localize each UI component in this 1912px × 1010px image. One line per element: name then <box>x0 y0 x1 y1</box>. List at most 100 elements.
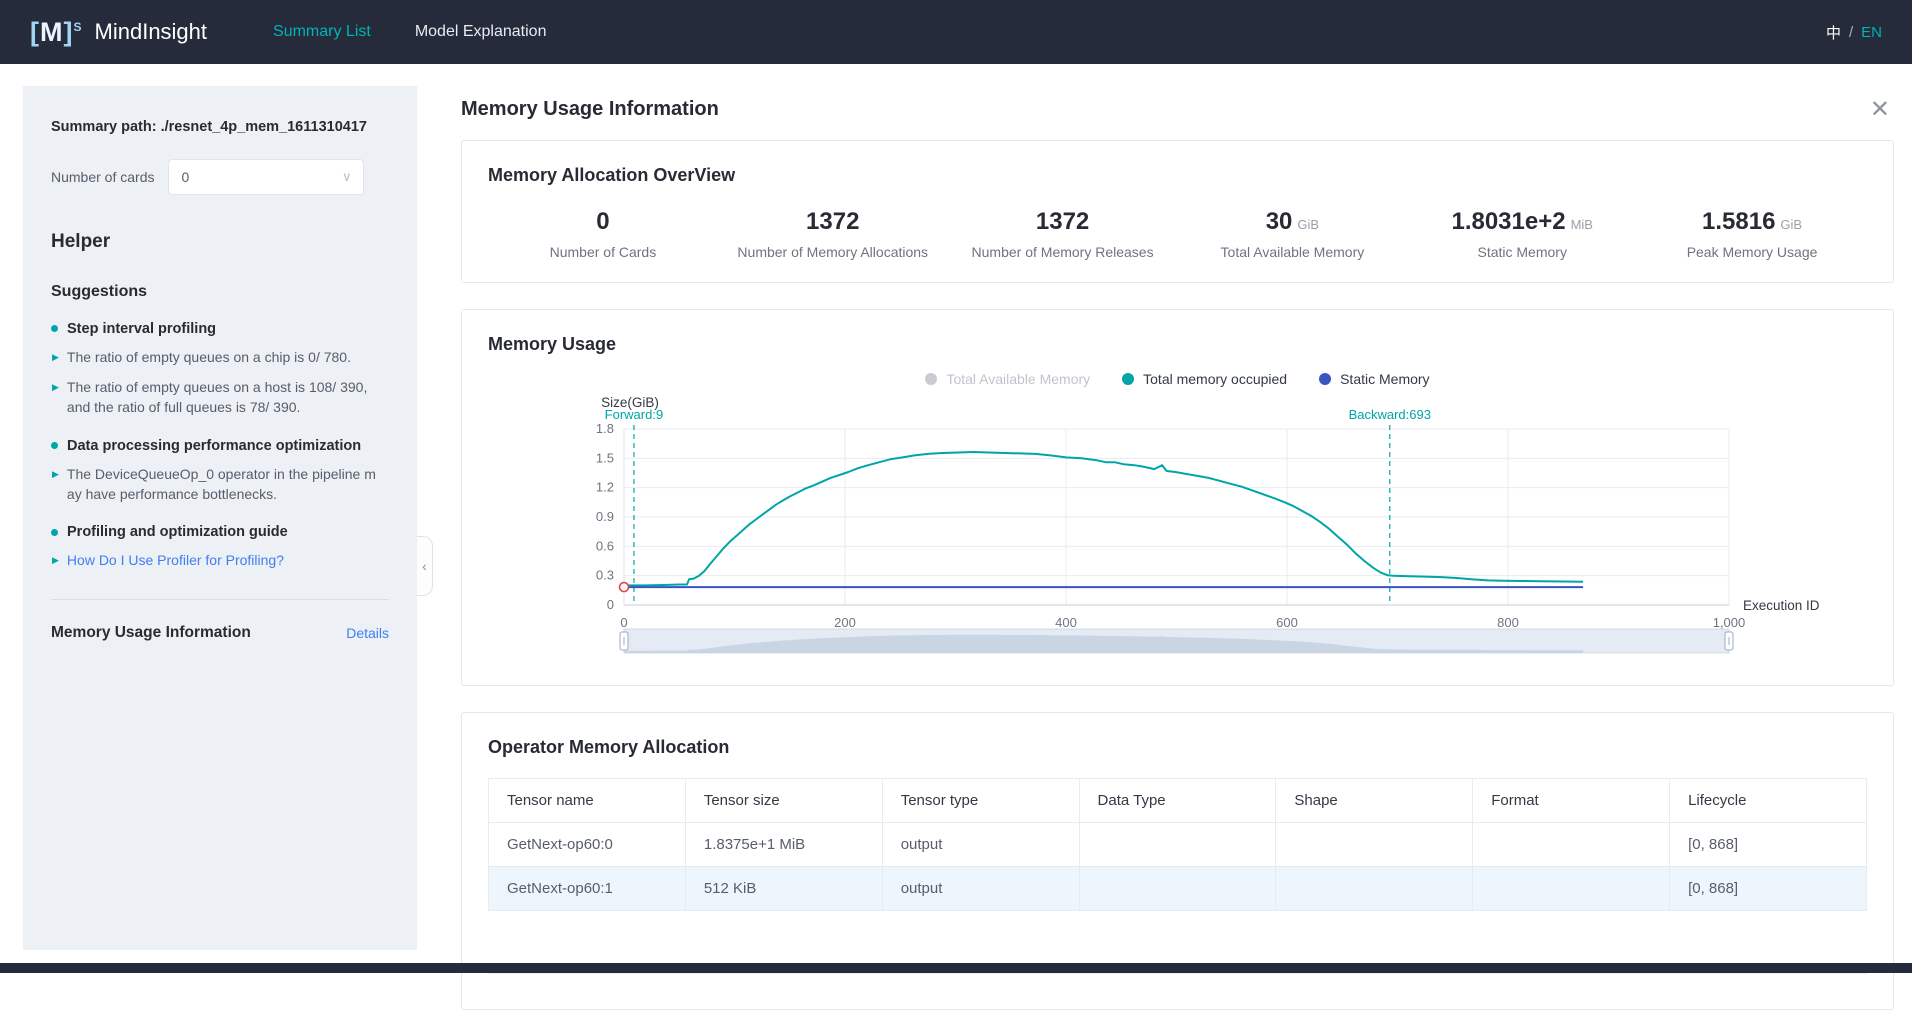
svg-text:800: 800 <box>1497 615 1519 630</box>
stat-label: Number of Cards <box>488 244 718 260</box>
table-cell <box>1276 823 1473 867</box>
suggestion-item: ▶The DeviceQueueOp_0 operator in the pip… <box>51 464 389 505</box>
triangle-icon: ▶ <box>52 381 59 418</box>
stat-label: Peak Memory Usage <box>1637 244 1867 260</box>
overview-stat: 0 Number of Cards <box>488 208 718 260</box>
tab-model-explanation[interactable]: Model Explanation <box>393 0 569 64</box>
helper-title: Helper <box>51 231 389 253</box>
triangle-icon: ▶ <box>52 468 59 505</box>
svg-text:1.8: 1.8 <box>596 421 614 436</box>
triangle-icon: ▶ <box>52 554 59 570</box>
stat-unit: GiB <box>1297 217 1319 232</box>
overview-stats-row: 0Number of Cards1372Number of Memory All… <box>488 208 1867 260</box>
app-name: MindInsight <box>95 19 208 45</box>
stat-label: Number of Memory Releases <box>948 244 1178 260</box>
chevron-down-icon: ∨ <box>342 169 352 185</box>
language-switch: 中 / EN <box>1826 22 1882 43</box>
suggestion-group-title: Data processing performance optimization <box>51 438 389 454</box>
suggestions-title: Suggestions <box>51 283 389 301</box>
number-of-cards-select[interactable]: 0 ∨ <box>168 159 364 195</box>
legend-item[interactable]: Total memory occupied <box>1122 371 1287 387</box>
stat-value: 0 <box>488 208 718 236</box>
mindinsight-logo-icon: [M]S <box>30 17 83 48</box>
stat-label: Total Available Memory <box>1177 244 1407 260</box>
chart-legend: Total Available Memory Total memory occup… <box>488 371 1867 387</box>
profiler-guide-link[interactable]: ▶How Do I Use Profiler for Profiling? <box>51 550 389 570</box>
suggestion-item: ▶The ratio of empty queues on a host is … <box>51 377 389 418</box>
legend-item[interactable]: Total Available Memory <box>925 371 1090 387</box>
number-of-cards-label: Number of cards <box>51 169 154 185</box>
svg-text:0.3: 0.3 <box>596 568 614 583</box>
stat-value: 1372 <box>718 208 948 236</box>
lang-zh[interactable]: 中 <box>1826 22 1841 43</box>
stat-label: Static Memory <box>1407 244 1637 260</box>
suggestion-group: Data processing performance optimization… <box>51 438 389 505</box>
svg-text:Forward:9: Forward:9 <box>605 407 664 422</box>
table-row[interactable]: GetNext-op60:01.8375e+1 MiBoutput[0, 868… <box>489 823 1867 867</box>
stat-unit: MiB <box>1571 217 1593 232</box>
memory-allocation-overview-card: Memory Allocation OverView 0 Number of Ca… <box>461 140 1894 283</box>
legend-label: Total Available Memory <box>946 371 1090 387</box>
lang-en[interactable]: EN <box>1861 24 1882 41</box>
svg-text:0: 0 <box>607 597 614 612</box>
table-column-header: Data Type <box>1079 779 1276 823</box>
suggestion-group: Profiling and optimization guide▶How Do … <box>51 524 389 570</box>
triangle-icon: ▶ <box>52 351 59 367</box>
number-of-cards-row: Number of cards 0 ∨ <box>51 159 389 195</box>
table-cell: GetNext-op60:0 <box>489 823 686 867</box>
table-column-header: Shape <box>1276 779 1473 823</box>
legend-dot-icon <box>1122 373 1134 385</box>
table-cell: GetNext-op60:1 <box>489 867 686 911</box>
page-body: Summary path: ./resnet_4p_mem_1611310417… <box>0 64 1912 963</box>
memory-usage-chart[interactable]: 00.30.60.91.21.51.802004006008001,000Siz… <box>488 391 1867 663</box>
table-column-header: Tensor name <box>489 779 686 823</box>
table-cell: output <box>882 823 1079 867</box>
lang-separator: / <box>1849 24 1853 41</box>
tab-summary-list[interactable]: Summary List <box>251 0 393 64</box>
overview-stat: 1372 Number of Memory Allocations <box>718 208 948 260</box>
svg-text:1.5: 1.5 <box>596 450 614 465</box>
bullet-icon <box>51 529 58 536</box>
sidebar-collapse-handle[interactable]: ‹ <box>417 536 433 596</box>
suggestion-groups: Step interval profiling ▶The ratio of emp… <box>51 321 389 571</box>
collapse-arrow-icon: ‹ <box>422 558 427 574</box>
legend-item[interactable]: Static Memory <box>1319 371 1429 387</box>
number-of-cards-value: 0 <box>181 169 189 185</box>
navbar: [M]S MindInsight Summary List Model Expl… <box>0 0 1912 64</box>
table-cell <box>1276 867 1473 911</box>
table-cell: [0, 868] <box>1670 867 1867 911</box>
helper-sidebar: Summary path: ./resnet_4p_mem_1611310417… <box>23 86 417 950</box>
memory-usage-card: Memory Usage Total Available MemoryTotal… <box>461 309 1894 686</box>
stat-value: 30GiB <box>1177 208 1407 236</box>
bottom-bar <box>0 963 1912 973</box>
main-title-row: Memory Usage Information ✕ <box>461 98 1894 122</box>
legend-label: Static Memory <box>1340 371 1429 387</box>
table-cell <box>1079 823 1276 867</box>
table-cell: [0, 868] <box>1670 823 1867 867</box>
table-cell <box>1079 867 1276 911</box>
bullet-icon <box>51 325 58 332</box>
close-icon[interactable]: ✕ <box>1866 98 1894 122</box>
overview-stat: 1372 Number of Memory Releases <box>948 208 1178 260</box>
stat-value: 1372 <box>948 208 1178 236</box>
table-cell: 512 KiB <box>685 867 882 911</box>
svg-text:Execution ID: Execution ID <box>1743 598 1820 613</box>
legend-dot-icon <box>925 373 937 385</box>
svg-text:1,000: 1,000 <box>1713 615 1746 630</box>
details-link[interactable]: Details <box>346 625 389 641</box>
table-cell: output <box>882 867 1079 911</box>
table-row[interactable]: GetNext-op60:1512 KiBoutput [0, 868] <box>489 867 1867 911</box>
svg-text:600: 600 <box>1276 615 1298 630</box>
overview-card-title: Memory Allocation OverView <box>488 165 1867 186</box>
suggestion-group-title: Step interval profiling <box>51 321 389 337</box>
svg-text:0.6: 0.6 <box>596 538 614 553</box>
stat-label: Number of Memory Allocations <box>718 244 948 260</box>
summary-path: Summary path: ./resnet_4p_mem_1611310417 <box>51 118 389 137</box>
legend-dot-icon <box>1319 373 1331 385</box>
app-logo: [M]S MindInsight <box>30 17 207 48</box>
stat-value: 1.5816GiB <box>1637 208 1867 236</box>
svg-text:Backward:693: Backward:693 <box>1349 407 1431 422</box>
svg-text:1.2: 1.2 <box>596 480 614 495</box>
table-footer-divider <box>488 973 1867 987</box>
overview-stat: 1.8031e+2MiBStatic Memory <box>1407 208 1637 260</box>
